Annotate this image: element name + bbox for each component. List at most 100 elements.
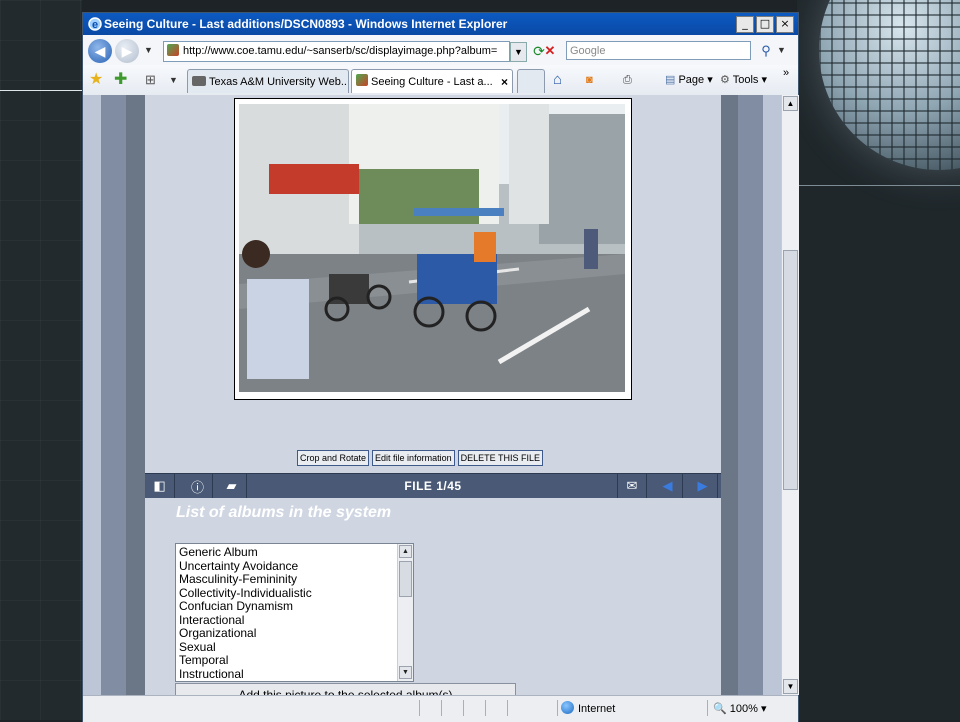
divider bbox=[463, 700, 464, 716]
divider bbox=[507, 700, 508, 716]
tab-label: Seeing Culture - Last a... bbox=[371, 76, 493, 88]
scroll-thumb[interactable] bbox=[399, 561, 412, 597]
gear-icon: ⚙ bbox=[720, 74, 730, 86]
page-border bbox=[101, 95, 126, 695]
add-to-album-button[interactable]: Add this picture to the selected album(s… bbox=[175, 683, 516, 695]
feeds-icon[interactable]: ◙ bbox=[586, 71, 593, 89]
forward-button[interactable]: ▶ bbox=[115, 39, 139, 63]
scroll-up-icon[interactable]: ▲ bbox=[399, 545, 412, 558]
page-viewport: Crop and Rotate Edit file information DE… bbox=[83, 95, 781, 695]
page-border bbox=[83, 95, 101, 695]
scroll-down-icon[interactable]: ▼ bbox=[399, 666, 412, 679]
album-listbox[interactable]: Generic Album Uncertainty Avoidance Masc… bbox=[175, 543, 414, 682]
tab-favicon-icon bbox=[192, 76, 206, 86]
slideshow-icon[interactable]: ▰ bbox=[217, 474, 247, 498]
list-item[interactable]: Interactional bbox=[179, 613, 413, 628]
zoom-icon: 🔍 bbox=[713, 703, 727, 715]
list-item[interactable]: Collectivity-Individualistic bbox=[179, 586, 413, 601]
search-icon[interactable]: ⚲ bbox=[757, 42, 775, 60]
maximize-button[interactable]: □ bbox=[756, 16, 774, 33]
desktop-background-left bbox=[0, 0, 82, 720]
tab-bar: ★ ✚ ⊞ ▼ Texas A&M University Web... Seei… bbox=[83, 65, 798, 96]
info-icon[interactable]: ⓘ bbox=[183, 474, 213, 498]
history-dropdown-icon[interactable]: ▼ bbox=[144, 45, 153, 55]
previous-icon[interactable]: ◀ bbox=[653, 474, 683, 498]
minimize-button[interactable]: _ bbox=[736, 16, 754, 33]
home-icon[interactable]: ⌂ bbox=[553, 71, 562, 89]
page-favicon-icon bbox=[167, 44, 179, 56]
list-item[interactable]: Masculinity-Femininity bbox=[179, 572, 413, 587]
list-item[interactable]: Instructional bbox=[179, 667, 413, 682]
internet-zone-icon bbox=[561, 701, 574, 714]
list-item[interactable]: Confucian Dynamism bbox=[179, 599, 413, 614]
search-options-icon[interactable]: ▼ bbox=[777, 45, 786, 55]
desktop-background-right bbox=[797, 0, 960, 720]
page-menu[interactable]: ▤ Page ▾ bbox=[665, 71, 713, 89]
search-input[interactable]: Google bbox=[566, 41, 751, 60]
more-commands-icon[interactable]: » bbox=[783, 67, 789, 79]
divider bbox=[557, 700, 558, 716]
divider bbox=[419, 700, 420, 716]
new-tab-button[interactable] bbox=[517, 69, 545, 93]
list-item[interactable]: Temporal bbox=[179, 653, 413, 668]
ie-window: e Seeing Culture - Last additions/DSCN08… bbox=[82, 12, 799, 722]
listbox-scrollbar[interactable]: ▲ ▼ bbox=[397, 544, 413, 681]
ie-logo-icon: e bbox=[88, 17, 102, 31]
stop-icon[interactable]: ✕ bbox=[541, 42, 559, 60]
tab-label: Texas A&M University Web... bbox=[209, 76, 349, 88]
divider bbox=[485, 700, 486, 716]
tab-list-dropdown-icon[interactable]: ▼ bbox=[169, 75, 178, 85]
scroll-up-icon[interactable]: ▲ bbox=[783, 96, 798, 111]
list-item[interactable]: Uncertainty Avoidance bbox=[179, 559, 413, 574]
zone-label: Internet bbox=[578, 703, 616, 715]
divider bbox=[797, 185, 960, 186]
album-thumbnails-icon[interactable]: ◧ bbox=[145, 474, 175, 498]
security-zone: Internet bbox=[561, 696, 615, 722]
title-bar[interactable]: e Seeing Culture - Last additions/DSCN08… bbox=[83, 13, 798, 35]
delete-file-button[interactable]: DELETE THIS FILE bbox=[457, 450, 543, 466]
address-bar-row: ◀ ▶ ▼ http://www.coe.tamu.edu/~sanserb/s… bbox=[83, 35, 798, 65]
zoom-control[interactable]: 🔍 100% ▾ bbox=[713, 696, 766, 722]
page-menu-label: Page bbox=[678, 74, 705, 86]
tab-close-icon[interactable]: × bbox=[501, 70, 508, 93]
scroll-thumb[interactable] bbox=[783, 250, 798, 490]
list-item[interactable]: Sexual bbox=[179, 640, 413, 655]
tab-favicon-icon bbox=[356, 74, 368, 86]
address-input[interactable]: http://www.coe.tamu.edu/~sanserb/sc/disp… bbox=[163, 41, 510, 62]
tools-menu[interactable]: ⚙ Tools ▾ bbox=[720, 71, 767, 89]
page-border bbox=[763, 95, 781, 695]
photo-frame[interactable] bbox=[234, 98, 632, 400]
page-scrollbar[interactable]: ▲ ▼ bbox=[781, 95, 799, 695]
next-icon[interactable]: ▶ bbox=[688, 474, 718, 498]
gallery-page: Crop and Rotate Edit file information DE… bbox=[145, 95, 721, 695]
crop-rotate-button[interactable]: Crop and Rotate bbox=[297, 450, 370, 466]
address-url: http://www.coe.tamu.edu/~sanserb/sc/disp… bbox=[183, 45, 498, 57]
file-count: FILE 1/45 bbox=[404, 479, 462, 493]
svg-text:e: e bbox=[92, 19, 98, 31]
divider bbox=[441, 700, 442, 716]
divider bbox=[707, 700, 708, 716]
street-photo bbox=[239, 104, 625, 392]
tab-texas-am[interactable]: Texas A&M University Web... bbox=[187, 69, 349, 93]
page-border bbox=[738, 95, 763, 695]
list-item[interactable]: Organizational bbox=[179, 626, 413, 641]
window-title: Seeing Culture - Last additions/DSCN0893… bbox=[104, 17, 508, 31]
scroll-down-icon[interactable]: ▼ bbox=[783, 679, 798, 694]
list-item[interactable]: Generic Album bbox=[179, 545, 413, 560]
print-icon[interactable]: ⎙ bbox=[623, 71, 632, 89]
close-button[interactable]: × bbox=[776, 16, 794, 33]
edit-file-info-button[interactable]: Edit file information bbox=[372, 450, 455, 466]
address-dropdown-icon[interactable]: ▼ bbox=[510, 42, 527, 62]
add-favorite-icon[interactable]: ✚ bbox=[114, 71, 127, 89]
globe-graphic bbox=[819, 0, 960, 170]
quick-tabs-icon[interactable]: ⊞ bbox=[145, 71, 156, 89]
back-button[interactable]: ◀ bbox=[88, 39, 112, 63]
tools-menu-label: Tools bbox=[732, 74, 759, 86]
page-icon: ▤ bbox=[665, 74, 676, 86]
zoom-level: 100% bbox=[729, 703, 758, 715]
favorites-star-icon[interactable]: ★ bbox=[89, 71, 103, 89]
tab-seeing-culture[interactable]: Seeing Culture - Last a... × bbox=[351, 69, 513, 93]
file-navigation-bar: ◧ ⓘ ▰ FILE 1/45 ✉ ◀ ▶ bbox=[145, 473, 721, 498]
email-icon[interactable]: ✉ bbox=[617, 474, 647, 498]
status-bar: Internet 🔍 100% ▾ bbox=[83, 695, 798, 722]
